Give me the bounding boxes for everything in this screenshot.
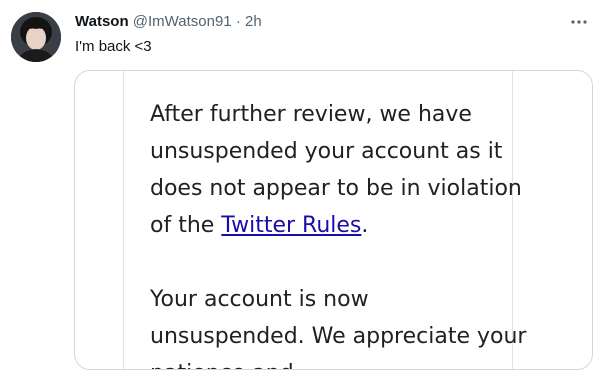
more-horizontal-icon (571, 20, 587, 24)
timestamp[interactable]: 2h (245, 13, 262, 30)
tweet-text: I'm back <3 (75, 38, 152, 55)
notice-text-1-end: . (361, 213, 369, 238)
twitter-rules-link[interactable]: Twitter Rules (221, 213, 361, 238)
tweet-header: Watson @ImWatson91 · 2h (75, 12, 262, 32)
unsuspension-notice: After further review, we have unsuspende… (150, 96, 530, 369)
avatar-image (11, 12, 61, 62)
media-screenshot: After further review, we have unsuspende… (123, 71, 526, 369)
avatar[interactable] (11, 12, 61, 62)
notice-paragraph-2: Your account is now unsuspended. We appr… (150, 287, 527, 369)
tweet[interactable]: Watson @ImWatson91 · 2h I'm back <3 Afte… (0, 0, 600, 378)
display-name[interactable]: Watson (75, 13, 129, 30)
notice-paragraph-1: After further review, we have unsuspende… (150, 96, 530, 244)
user-handle[interactable]: @ImWatson91 (133, 13, 232, 30)
more-options-button[interactable] (566, 9, 592, 35)
separator-dot: · (235, 13, 241, 30)
tweet-media[interactable]: After further review, we have unsuspende… (74, 70, 593, 370)
